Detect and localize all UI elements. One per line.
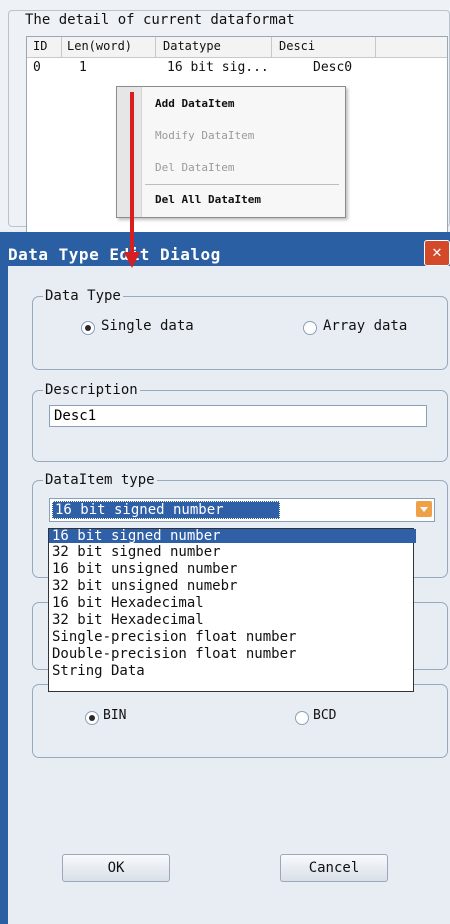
column-header-datatype[interactable]: Datatype	[163, 39, 221, 53]
dropdown-option[interactable]: String Data	[49, 664, 416, 678]
cell-len: 1	[79, 60, 87, 75]
data-type-group: Data Type Single data Array data	[32, 288, 448, 370]
dataitem-type-select[interactable]: 16 bit signed number	[49, 498, 435, 522]
column-header-len[interactable]: Len(word)	[67, 39, 132, 53]
column-header-desc[interactable]: Desci	[279, 39, 315, 53]
dataformat-group-title: The detail of current dataformat	[21, 12, 299, 28]
menu-item-add-dataitem[interactable]: Add DataItem	[155, 97, 234, 110]
dropdown-option[interactable]: Single-precision float number	[49, 630, 416, 644]
description-group-title: Description	[43, 382, 140, 398]
code-type-group: BIN BCD	[32, 684, 448, 758]
dropdown-option[interactable]: 16 bit unsigned number	[49, 562, 416, 576]
dataitem-type-dropdown-list: 16 bit signed number 32 bit signed numbe…	[48, 528, 416, 692]
close-icon: ✕	[432, 242, 442, 261]
chevron-down-icon[interactable]	[416, 501, 432, 517]
cell-desc: Desc0	[313, 60, 353, 75]
dataformat-panel: The detail of current dataformat ID Len(…	[0, 0, 450, 233]
data-type-group-title: Data Type	[43, 288, 123, 304]
dataitem-type-selected-value: 16 bit signed number	[52, 501, 280, 519]
dropdown-option[interactable]: 16 bit signed number	[49, 529, 416, 543]
column-header-id[interactable]: ID	[33, 39, 47, 53]
dropdown-option[interactable]: Double-precision float number	[49, 647, 416, 661]
radio-single-data[interactable]	[81, 321, 95, 335]
dropdown-option[interactable]: 32 bit unsigned numebr	[49, 579, 416, 593]
ok-button[interactable]: OK	[62, 854, 170, 882]
menu-item-del-dataitem[interactable]: Del DataItem	[155, 161, 234, 174]
dropdown-option[interactable]: 16 bit Hexadecimal	[49, 596, 416, 610]
dropdown-option[interactable]: 32 bit signed number	[49, 545, 416, 559]
table-header: ID Len(word) Datatype Desci	[27, 37, 447, 58]
cell-id: 0	[33, 60, 41, 75]
annotation-arrow-head	[124, 252, 140, 268]
cell-datatype: 16 bit sig...	[167, 60, 269, 75]
dropdown-option[interactable]: 32 bit Hexadecimal	[49, 613, 416, 627]
dataitem-type-group-title: DataItem type	[43, 472, 157, 488]
close-button[interactable]: ✕	[424, 240, 450, 266]
radio-array-data[interactable]	[303, 321, 317, 335]
menu-item-modify-dataitem[interactable]: Modify DataItem	[155, 129, 254, 142]
radio-label-bcd[interactable]: BCD	[313, 708, 336, 723]
annotation-arrow	[130, 92, 134, 257]
radio-label-bin[interactable]: BIN	[103, 708, 126, 723]
menu-separator	[145, 184, 339, 185]
context-menu: Add DataItem Modify DataItem Del DataIte…	[116, 86, 346, 218]
dialog-title: Data Type Edit Dialog	[8, 245, 221, 264]
description-group: Description Desc1	[32, 382, 448, 462]
radio-bcd[interactable]	[295, 711, 309, 725]
radio-bin[interactable]	[85, 711, 99, 725]
table-row[interactable]: 0 1 16 bit sig... Desc0	[27, 58, 447, 78]
radio-label-single-data[interactable]: Single data	[101, 318, 194, 334]
cancel-button[interactable]: Cancel	[280, 854, 388, 882]
radio-label-array-data[interactable]: Array data	[323, 318, 407, 334]
description-input[interactable]: Desc1	[49, 405, 427, 427]
menu-item-del-all-dataitem[interactable]: Del All DataItem	[155, 193, 261, 206]
